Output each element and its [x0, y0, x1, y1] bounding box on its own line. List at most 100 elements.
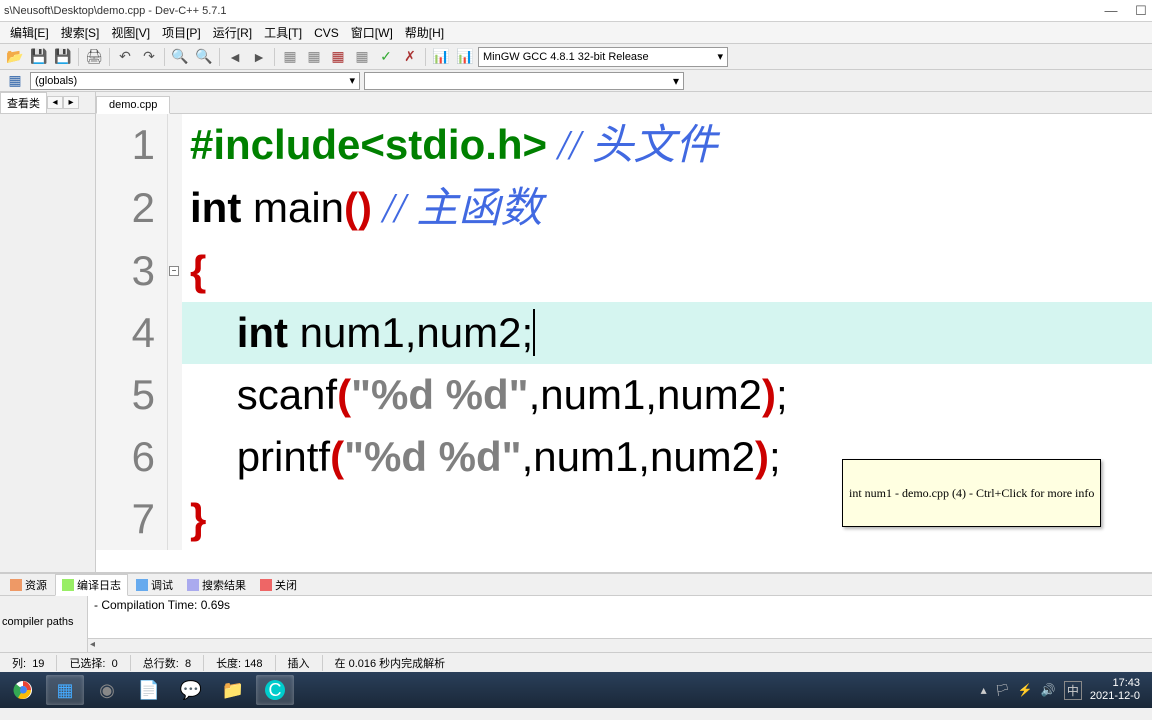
tab-close[interactable]: 关闭: [254, 575, 303, 595]
class-view-tab[interactable]: 查看类: [0, 92, 47, 113]
profile-button[interactable]: 📊: [430, 46, 452, 68]
delete-profile-button[interactable]: 📊: [454, 46, 476, 68]
explorer-icon[interactable]: 📁: [214, 675, 252, 705]
resource-icon: [10, 579, 22, 591]
replace-button[interactable]: 🔍: [193, 46, 215, 68]
line-number: 1: [96, 114, 168, 177]
line-number: 4: [96, 302, 168, 364]
undo-button[interactable]: ↶: [114, 46, 136, 68]
open-button[interactable]: 📂: [4, 46, 26, 68]
log-icon: [62, 579, 74, 591]
fold-gutter[interactable]: −: [168, 240, 182, 302]
nav-right-icon[interactable]: ▸: [63, 96, 79, 109]
tray-network-icon[interactable]: ⚡: [1018, 683, 1033, 697]
status-selection: 已选择: 0: [57, 655, 130, 671]
line-number: 2: [96, 177, 168, 240]
separator: [109, 48, 110, 66]
code-line: 2 int main() // 主函数: [96, 177, 1152, 240]
menu-edit[interactable]: 编辑[E]: [4, 22, 55, 43]
code-editor[interactable]: 1 #include<stdio.h> // 头文件 2 int main() …: [96, 114, 1152, 572]
wechat-icon[interactable]: 💬: [172, 675, 210, 705]
app-icon[interactable]: ◉: [88, 675, 126, 705]
separator: [274, 48, 275, 66]
status-mode: 插入: [276, 655, 323, 671]
find-button[interactable]: 🔍: [169, 46, 191, 68]
scope-select[interactable]: (globals) ▾: [30, 72, 360, 90]
file-tab-bar: demo.cpp: [96, 92, 1152, 114]
class-browser-panel: 查看类 ◂ ▸: [0, 92, 96, 572]
forward-button[interactable]: ►: [248, 46, 270, 68]
line-number: 3: [96, 240, 168, 302]
tab-resources[interactable]: 资源: [4, 575, 53, 595]
separator: [425, 48, 426, 66]
app2-icon[interactable]: C: [256, 675, 294, 705]
print-button[interactable]: 🖨: [83, 46, 105, 68]
line-number: 5: [96, 364, 168, 426]
output-tabs: 资源 编译日志 调试 搜索结果 关闭: [0, 574, 1152, 596]
scroll-left-icon[interactable]: ◂: [90, 639, 95, 650]
status-column: 列: 19: [0, 655, 57, 671]
fold-gutter: [168, 364, 182, 426]
menu-help[interactable]: 帮助[H]: [399, 22, 450, 43]
text-cursor: [533, 309, 535, 356]
separator: [164, 48, 165, 66]
compiler-label: MinGW GCC 4.8.1 32-bit Release: [483, 51, 649, 63]
horizontal-scrollbar[interactable]: ◂: [88, 638, 1152, 652]
dropdown-icon: ▾: [717, 50, 723, 63]
compile-button[interactable]: ▦: [279, 46, 301, 68]
compile-message: - Compilation Time: 0.69s: [94, 598, 1146, 612]
tab-search-results[interactable]: 搜索结果: [181, 575, 252, 595]
menu-run[interactable]: 运行[R]: [207, 22, 258, 43]
run-button[interactable]: ▦: [303, 46, 325, 68]
minimize-button[interactable]: —: [1104, 3, 1118, 19]
goto-button[interactable]: ▦: [4, 70, 26, 92]
menu-cvs[interactable]: CVS: [308, 24, 345, 42]
code-line: 1 #include<stdio.h> // 头文件: [96, 114, 1152, 177]
tray-ime-icon[interactable]: 中: [1064, 681, 1082, 700]
compiler-select[interactable]: MinGW GCC 4.8.1 32-bit Release ▾: [478, 47, 728, 67]
fold-gutter: [168, 426, 182, 488]
window-controls: — ☐: [1104, 3, 1148, 19]
devcpp-icon[interactable]: ▦: [46, 675, 84, 705]
save-button[interactable]: 💾: [28, 46, 50, 68]
code-line-current: 4 int num1,num2;: [96, 302, 1152, 364]
menu-search[interactable]: 搜索[S]: [55, 22, 106, 43]
function-select[interactable]: ▾: [364, 72, 684, 90]
taskbar-apps: ▦ ◉ 📄 💬 📁 C: [4, 675, 294, 705]
compile-run-button[interactable]: ▦: [327, 46, 349, 68]
debug-button[interactable]: ✓: [375, 46, 397, 68]
chrome-icon[interactable]: [4, 675, 42, 705]
notepad-icon[interactable]: 📄: [130, 675, 168, 705]
tray-volume-icon[interactable]: 🔊: [1041, 683, 1056, 697]
tab-debug[interactable]: 调试: [130, 575, 179, 595]
back-button[interactable]: ◄: [224, 46, 246, 68]
windows-taskbar: ▦ ◉ 📄 💬 📁 C ▴ 🏳 ⚡ 🔊 中 17:43 2021-12-0: [0, 672, 1152, 708]
fold-gutter: [168, 177, 182, 240]
menu-window[interactable]: 窗口[W]: [345, 22, 399, 43]
separator: [78, 48, 79, 66]
stop-button[interactable]: ✗: [399, 46, 421, 68]
output-panel: 资源 编译日志 调试 搜索结果 关闭 compiler paths - Comp…: [0, 572, 1152, 652]
nav-left-icon[interactable]: ◂: [47, 96, 63, 109]
menu-tools[interactable]: 工具[T]: [258, 22, 308, 43]
compile-log-output[interactable]: - Compilation Time: 0.69s ◂: [88, 596, 1152, 652]
menu-bar: 编辑[E] 搜索[S] 视图[V] 项目[P] 运行[R] 工具[T] CVS …: [0, 22, 1152, 44]
dropdown-icon: ▾: [349, 74, 355, 87]
rebuild-button[interactable]: ▦: [351, 46, 373, 68]
save-all-button[interactable]: 💾: [52, 46, 74, 68]
compiler-paths-label: compiler paths: [2, 616, 85, 628]
tray-up-icon[interactable]: ▴: [981, 683, 987, 697]
code-line: 3 − {: [96, 240, 1152, 302]
tab-compile-log[interactable]: 编译日志: [55, 574, 128, 596]
scope-label: (globals): [35, 75, 77, 87]
tray-flag-icon[interactable]: 🏳: [995, 683, 1010, 697]
menu-project[interactable]: 项目[P]: [156, 22, 207, 43]
file-tab-demo[interactable]: demo.cpp: [96, 96, 170, 114]
redo-button[interactable]: ↷: [138, 46, 160, 68]
taskbar-clock[interactable]: 17:43 2021-12-0: [1090, 677, 1140, 703]
maximize-button[interactable]: ☐: [1134, 3, 1148, 19]
code-tooltip: int num1 - demo.cpp (4) - Ctrl+Click for…: [842, 459, 1101, 527]
main-area: 查看类 ◂ ▸ demo.cpp 1 #include<stdio.h> // …: [0, 92, 1152, 572]
menu-view[interactable]: 视图[V]: [105, 22, 156, 43]
status-bar: 列: 19 已选择: 0 总行数: 8 长度: 148 插入 在 0.016 秒…: [0, 652, 1152, 672]
